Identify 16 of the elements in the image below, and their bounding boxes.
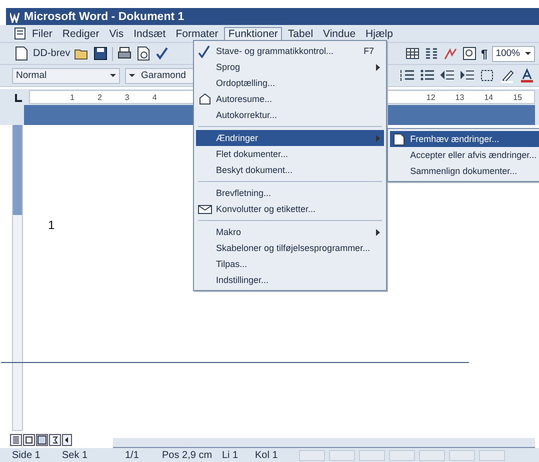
status-text: Kol 1 <box>255 450 279 460</box>
ruler-number: 15 <box>513 92 522 102</box>
status-text: Pos 2,9 cm <box>162 450 214 460</box>
status-text: Side 1 <box>12 450 42 460</box>
ruler-number: 13 <box>455 92 464 102</box>
status-text: 1/1 <box>125 450 140 460</box>
ruler-number: 12 <box>426 92 436 102</box>
ruler-number: 1 <box>70 92 74 102</box>
ruler-number: 4 <box>152 92 157 102</box>
ruler-number: 2 <box>97 92 102 102</box>
page-number: 1 <box>48 218 55 232</box>
ruler-number: 3 <box>124 92 130 102</box>
ruler-number: 14 <box>484 92 494 102</box>
window-title: Microsoft Word - Dokument 1 <box>24 10 184 22</box>
status-text: Li 1 <box>222 450 240 460</box>
status-text: Sek 1 <box>62 450 89 460</box>
